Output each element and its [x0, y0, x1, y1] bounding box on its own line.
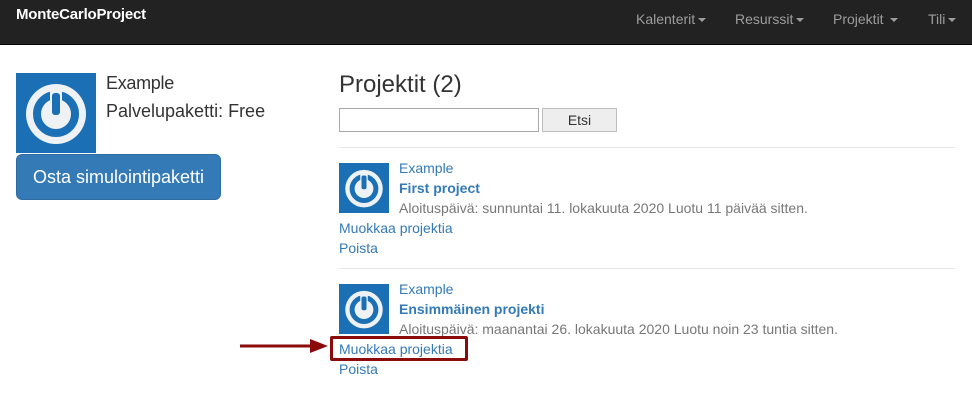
page-title: Projektit (2): [339, 71, 462, 98]
profile-name: Example: [106, 73, 174, 93]
project-meta: Aloituspäivä: maanantai 26. lokakuuta 20…: [399, 321, 838, 337]
power-icon: [345, 290, 383, 329]
power-icon: [345, 169, 383, 208]
nav-item-label: Kalenterit: [636, 11, 696, 27]
nav-item-resurssit[interactable]: Resurssit: [735, 11, 805, 27]
caret-down-icon: [890, 18, 899, 23]
nav-item-label: Projektit: [833, 11, 884, 27]
highlight-box: [330, 336, 468, 361]
profile-avatar: [16, 73, 96, 153]
project-avatar: [339, 163, 389, 213]
project-owner-link[interactable]: Example: [399, 160, 453, 176]
project-owner-link[interactable]: Example: [399, 281, 453, 297]
caret-down-icon: [698, 18, 707, 23]
nav-item-tili[interactable]: Tili: [928, 11, 957, 27]
arrow-right-icon: [240, 339, 328, 353]
top-navbar: MonteCarloProject Kalenterit Resurssit P…: [0, 0, 972, 45]
service-package-label: Palvelupaketti: Free: [106, 101, 266, 121]
delete-project-link[interactable]: Poista: [339, 240, 378, 256]
divider: [339, 268, 955, 269]
nav-item-label: Resurssit: [735, 11, 794, 27]
project-avatar: [339, 284, 389, 334]
nav-item-projektit[interactable]: Projektit: [833, 11, 899, 27]
project-meta: Aloituspäivä: sunnuntai 11. lokakuuta 20…: [399, 200, 808, 216]
brand-link[interactable]: MonteCarloProject: [16, 6, 146, 23]
caret-down-icon: [948, 18, 957, 23]
delete-project-link[interactable]: Poista: [339, 361, 378, 377]
edit-project-link[interactable]: Muokkaa projektia: [339, 220, 453, 236]
nav-item-kalenterit[interactable]: Kalenterit: [636, 11, 707, 27]
search-input[interactable]: [339, 108, 539, 132]
search-button[interactable]: Etsi: [542, 108, 617, 132]
buy-simulation-package-button[interactable]: Osta simulointipaketti: [16, 154, 221, 200]
caret-down-icon: [796, 18, 805, 23]
power-icon: [26, 84, 86, 144]
nav-item-label: Tili: [928, 11, 946, 27]
divider: [339, 147, 955, 148]
project-name-link[interactable]: Ensimmäinen projekti: [399, 301, 544, 317]
project-name-link[interactable]: First project: [399, 180, 480, 196]
